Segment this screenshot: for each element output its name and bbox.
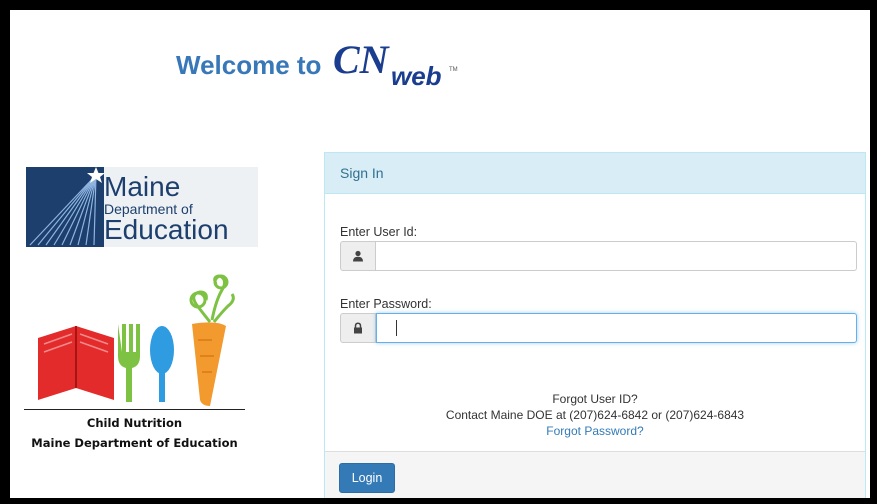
sign-in-header: Sign In [325, 153, 865, 194]
login-button[interactable]: Login [339, 463, 395, 493]
password-input[interactable] [376, 313, 857, 343]
forgot-password-link[interactable]: Forgot Password? [546, 424, 643, 438]
text-caret [396, 320, 397, 336]
child-nutrition-caption: Child Nutrition Maine Department of Educ… [24, 409, 245, 462]
maine-doe-wordmark: Maine Department of Education [104, 171, 229, 245]
sign-in-panel: Sign In Enter User Id: Enter Password: F… [324, 152, 866, 498]
password-label: Enter Password: [340, 297, 432, 311]
user-id-input[interactable] [376, 241, 857, 271]
svg-text:CN: CN [333, 37, 391, 82]
svg-text:web: web [391, 61, 442, 91]
sign-in-footer: Login [325, 451, 865, 498]
lock-icon [340, 313, 376, 343]
user-id-label: Enter User Id: [340, 225, 418, 239]
welcome-text: Welcome to [176, 49, 322, 80]
maine-doe-logo: Maine Department of Education [26, 167, 258, 247]
password-group [340, 313, 857, 343]
page-frame: Welcome to CN web TM Maine Department of… [10, 10, 870, 498]
forgot-password-row: Forgot Password? [325, 423, 865, 439]
child-nutrition-line2: Maine Department of Education [31, 436, 238, 450]
welcome-heading: Welcome to CN web TM [176, 37, 481, 91]
user-icon [340, 241, 376, 271]
svg-text:TM: TM [449, 67, 458, 73]
forgot-user-id-text: Forgot User ID? [552, 392, 638, 406]
contact-text: Contact Maine DOE at (207)624-6842 or (2… [445, 408, 745, 422]
cnpweb-logo: CN web TM [331, 35, 481, 95]
user-id-group [340, 241, 857, 271]
child-nutrition-line1: Child Nutrition [86, 416, 183, 430]
